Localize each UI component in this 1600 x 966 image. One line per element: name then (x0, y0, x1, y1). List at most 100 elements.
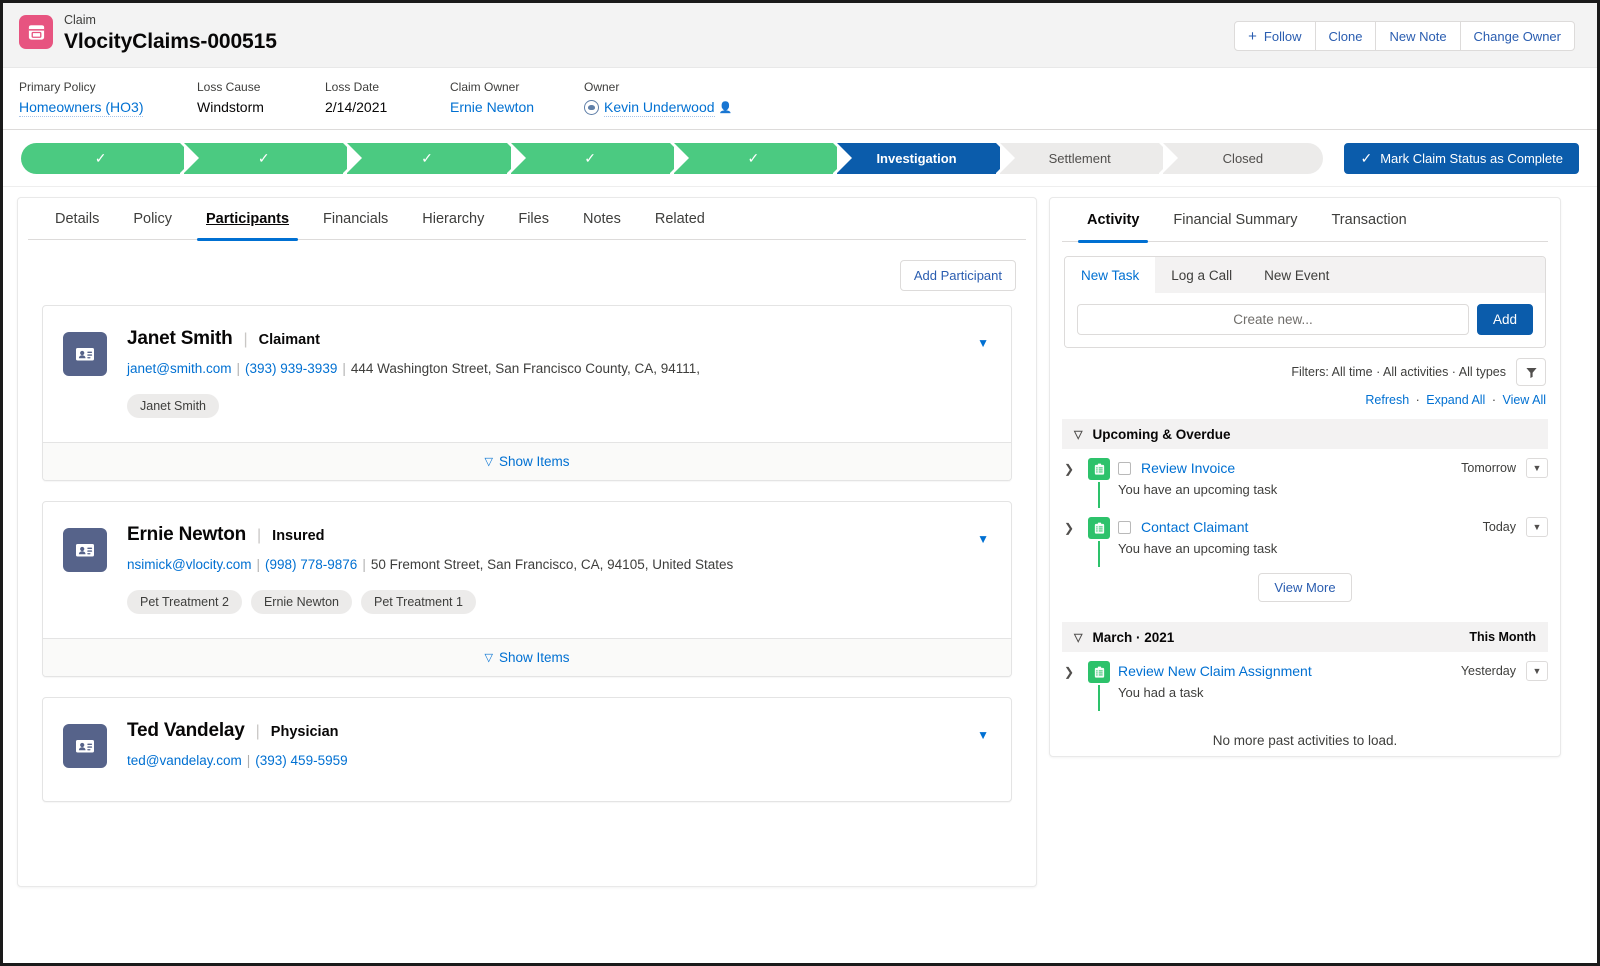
field-label: Loss Date (325, 80, 380, 94)
tab-files[interactable]: Files (501, 198, 566, 240)
claim-owner-link[interactable]: Ernie Newton (450, 98, 534, 116)
participant-tag[interactable]: Janet Smith (127, 394, 220, 418)
participant-tags: Pet Treatment 2 Ernie Newton Pet Treatme… (127, 590, 991, 620)
show-items-toggle[interactable]: ▽ Show Items (43, 442, 1011, 480)
task-complete-checkbox[interactable] (1118, 461, 1131, 475)
tab-related[interactable]: Related (638, 198, 722, 240)
activity-row-menu-icon[interactable]: ▼ (1526, 458, 1548, 478)
participant-tag[interactable]: Pet Treatment 2 (127, 590, 242, 614)
activity-title-link[interactable]: Review New Claim Assignment (1118, 663, 1312, 679)
record-identity: Claim VlocityClaims-000515 (19, 12, 277, 54)
add-task-button[interactable]: Add (1477, 304, 1533, 335)
change-owner-button[interactable]: Change Owner (1459, 21, 1575, 51)
composer-tab-new-task[interactable]: New Task (1065, 257, 1156, 293)
path-stage-5[interactable]: ✓ (673, 142, 849, 174)
tab-notes[interactable]: Notes (566, 198, 638, 240)
task-icon (1088, 517, 1110, 539)
expand-activity-icon[interactable]: ❯ (1064, 517, 1082, 567)
view-more-button[interactable]: View More (1258, 573, 1352, 602)
expand-all-link[interactable]: Expand All (1426, 393, 1485, 407)
activity-filters-row: Filters: All time · All activities · All… (1050, 348, 1560, 386)
refresh-link[interactable]: Refresh (1365, 393, 1409, 407)
task-icon (1088, 661, 1110, 683)
primary-policy-link[interactable]: Homeowners (HO3) (19, 98, 144, 117)
task-complete-checkbox[interactable] (1118, 520, 1131, 534)
check-icon: ✓ (1360, 149, 1373, 166)
change-owner-icon[interactable]: 👤 (719, 99, 733, 117)
chevron-down-icon[interactable]: ▼ (977, 336, 989, 350)
participant-phone-link[interactable]: (393) 939-3939 (245, 361, 337, 376)
tab-activity[interactable]: Activity (1070, 198, 1156, 243)
chevron-down-icon[interactable]: ▼ (977, 532, 989, 546)
clone-button[interactable]: Clone (1314, 21, 1377, 51)
add-participant-button[interactable]: Add Participant (899, 260, 1016, 291)
show-items-label: Show Items (498, 454, 570, 469)
funnel-icon[interactable] (1516, 358, 1546, 386)
divider: | (362, 557, 366, 572)
path-stage-closed[interactable]: Closed (1163, 142, 1323, 174)
composer-tab-new-event[interactable]: New Event (1248, 257, 1345, 293)
path-stage-3[interactable]: ✓ (347, 142, 522, 174)
divider: | (255, 723, 260, 740)
tab-policy[interactable]: Policy (116, 198, 189, 240)
activity-row-menu-icon[interactable]: ▼ (1526, 661, 1548, 681)
composer-tab-log-a-call[interactable]: Log a Call (1155, 257, 1248, 293)
participant-phone-link[interactable]: (998) 778-9876 (265, 557, 357, 572)
expand-activity-icon[interactable]: ❯ (1064, 458, 1082, 508)
participant-phone-link[interactable]: (393) 459-5959 (255, 753, 347, 768)
participant-address: 444 Washington Street, San Francisco Cou… (350, 361, 701, 376)
activity-subtitle: You have an upcoming task (1118, 541, 1278, 556)
follow-button[interactable]: + Follow (1234, 21, 1316, 51)
contact-card-icon (63, 724, 107, 768)
section-upcoming-overdue[interactable]: ▽ Upcoming & Overdue (1062, 419, 1548, 449)
participant-tag[interactable]: Pet Treatment 1 (360, 590, 476, 614)
section-march-2021[interactable]: ▽ March · 2021 This Month (1062, 622, 1548, 652)
mark-status-complete-button[interactable]: ✓ Mark Claim Status as Complete (1344, 142, 1579, 174)
activity-list-item: ❯ (1050, 652, 1560, 711)
expand-activity-icon[interactable]: ❯ (1064, 661, 1082, 711)
activity-title-link[interactable]: Contact Claimant (1141, 519, 1248, 535)
field-label: Loss Cause (197, 80, 261, 94)
main-content-card: Details Policy Participants Financials H… (17, 197, 1037, 887)
participant-address: 50 Fremont Street, San Francisco, CA, 94… (370, 557, 734, 572)
activity-title-link[interactable]: Review Invoice (1141, 460, 1235, 476)
participant-email-link[interactable]: janet@smith.com (127, 361, 232, 376)
tab-participants[interactable]: Participants (189, 198, 306, 241)
new-note-button[interactable]: New Note (1375, 21, 1461, 51)
path-stages: ✓ ✓ ✓ ✓ ✓ Investigation Settlement Close… (21, 142, 1323, 174)
path-stage-settlement[interactable]: Settlement (1000, 142, 1175, 174)
participant-name: Ted Vandelay (127, 720, 245, 741)
participant-name: Ernie Newton (127, 524, 247, 545)
path-stage-4[interactable]: ✓ (510, 142, 685, 174)
activity-links-row: Refresh · Expand All · View All (1050, 386, 1560, 407)
participant-card: Ernie Newton | Insured nsimick@vlocity.c… (42, 501, 1012, 677)
path-stage-1[interactable]: ✓ (21, 142, 196, 174)
claim-record-icon (19, 15, 53, 49)
participant-email-link[interactable]: ted@vandelay.com (127, 753, 242, 768)
create-new-task-input[interactable] (1077, 304, 1469, 335)
participant-role: Claimant (258, 332, 320, 348)
tab-financial-summary[interactable]: Financial Summary (1156, 198, 1314, 242)
tab-financials[interactable]: Financials (306, 198, 405, 240)
activity-due-date: Today (1482, 520, 1516, 534)
divider: · (1488, 393, 1500, 407)
owner-link[interactable]: Kevin Underwood (604, 98, 715, 117)
activity-row-menu-icon[interactable]: ▼ (1526, 517, 1548, 537)
chevron-down-icon[interactable]: ▼ (977, 728, 989, 742)
path-stage-2[interactable]: ✓ (184, 142, 359, 174)
participant-email-link[interactable]: nsimick@vlocity.com (127, 557, 251, 572)
path-stage-investigation[interactable]: Investigation (836, 142, 1012, 174)
view-all-link[interactable]: View All (1502, 393, 1546, 407)
check-icon: ✓ (584, 150, 597, 166)
tab-details[interactable]: Details (38, 198, 116, 240)
participant-tag[interactable]: Ernie Newton (250, 590, 352, 614)
highlights-panel: Primary Policy Homeowners (HO3) Loss Cau… (3, 68, 1597, 130)
main-tabset: Details Policy Participants Financials H… (28, 198, 1026, 241)
plus-icon: + (1248, 27, 1257, 45)
tab-transaction[interactable]: Transaction (1314, 198, 1423, 242)
show-items-toggle[interactable]: ▽ Show Items (43, 638, 1011, 676)
check-icon: ✓ (421, 150, 433, 166)
check-icon: ✓ (747, 150, 760, 166)
record-header: Claim VlocityClaims-000515 + Follow Clon… (3, 3, 1597, 68)
tab-hierarchy[interactable]: Hierarchy (405, 198, 501, 240)
